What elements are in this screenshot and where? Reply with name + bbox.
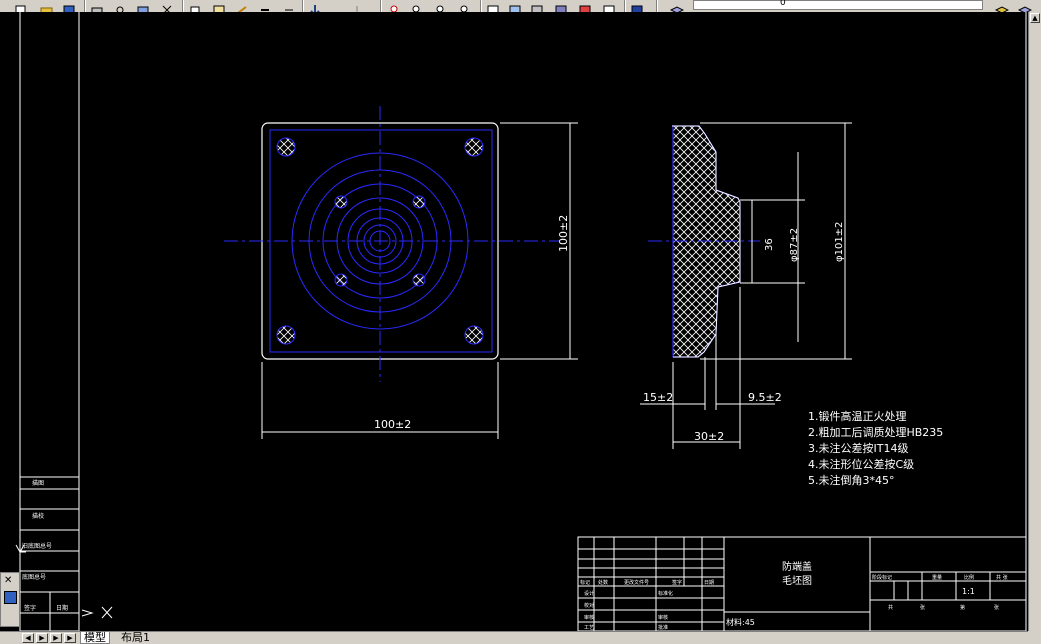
note-line: 3.未注公差按IT14级 bbox=[808, 441, 908, 455]
layer-state-icon[interactable] bbox=[994, 0, 1010, 12]
drawing-type: 毛坯图 bbox=[782, 575, 812, 587]
tb-standard: 标准化 bbox=[658, 590, 673, 597]
tb-right-sub: 张 bbox=[920, 604, 925, 611]
toolbar-separator bbox=[624, 0, 626, 12]
tb-right-header: 重量 bbox=[932, 574, 942, 581]
redo-icon[interactable] bbox=[282, 0, 296, 11]
part-name: 防端盖 bbox=[782, 560, 812, 573]
tb-left-label: 处数 bbox=[598, 579, 608, 586]
tool-palette[interactable]: ✕ bbox=[0, 572, 20, 627]
toolbar-separator bbox=[182, 0, 184, 12]
zoom-realtime-icon[interactable] bbox=[350, 0, 364, 12]
dim-side-87: φ87±2 bbox=[789, 228, 800, 262]
help-icon[interactable] bbox=[630, 0, 644, 12]
tb-check: 校对 bbox=[584, 602, 594, 609]
dim-side-30: 30±2 bbox=[694, 430, 724, 443]
tb-review: 审核 bbox=[584, 614, 594, 621]
side-view: 36 φ87±2 φ101±2 15±2 9.5±2 30±2 bbox=[640, 122, 852, 449]
open-icon[interactable] bbox=[40, 0, 54, 12]
toolbar-separator bbox=[656, 0, 658, 12]
toolbar-separator bbox=[84, 0, 86, 12]
scroll-up-button[interactable]: ▲ bbox=[1030, 13, 1040, 23]
save-icon[interactable] bbox=[62, 0, 76, 12]
publish-icon[interactable] bbox=[136, 0, 150, 12]
tb-left-label: 标记 bbox=[580, 579, 590, 586]
technical-notes: 1.锻件高温正火处理 2.粗加工后调质处理HB235 3.未注公差按IT14级 … bbox=[808, 409, 943, 487]
left-strip-label: 描图 bbox=[32, 479, 44, 487]
tb-right-header: 共 张 bbox=[996, 574, 1008, 581]
close-icon[interactable]: ✕ bbox=[4, 576, 12, 586]
front-view: 100±2 100±2 bbox=[224, 106, 578, 439]
scale-value: 1:1 bbox=[962, 587, 975, 596]
tb-left-label: 日期 bbox=[704, 580, 714, 586]
ucs-icon bbox=[15, 516, 113, 619]
zoom-extents-icon[interactable] bbox=[434, 0, 448, 12]
pan-icon[interactable] bbox=[308, 0, 322, 12]
matchprop-icon[interactable] bbox=[236, 0, 250, 12]
tab-first-button[interactable]: ◀ bbox=[22, 633, 34, 643]
note-line: 1.锻件高温正火处理 bbox=[808, 409, 907, 423]
preview-icon[interactable] bbox=[113, 0, 127, 12]
tb-right-sub: 张 bbox=[994, 604, 999, 611]
tab-next-button[interactable]: ▶ bbox=[50, 633, 62, 643]
toolbar-separator bbox=[380, 0, 382, 12]
vertical-scrollbar[interactable]: ▲ bbox=[1028, 12, 1041, 631]
tb-right-sub: 共 bbox=[888, 604, 893, 611]
undo-icon[interactable] bbox=[258, 0, 272, 11]
cut-icon[interactable] bbox=[160, 0, 174, 12]
tab-last-button[interactable]: ▶ bbox=[64, 633, 76, 643]
layer-value: 0 bbox=[780, 0, 786, 8]
tab-prev-button[interactable]: ▶ bbox=[36, 633, 48, 643]
left-strip-label: 旧底图总号 bbox=[22, 542, 52, 550]
zoom-previous-icon[interactable] bbox=[410, 0, 424, 12]
note-line: 5.未注倒角3*45° bbox=[808, 473, 895, 487]
tab-layout1[interactable]: 布局1 bbox=[118, 632, 153, 643]
tb-left-label: 更改文件号 bbox=[624, 579, 649, 586]
tb-designer: 设计 bbox=[584, 590, 594, 597]
tb-right-header: 阶段标记 bbox=[872, 574, 892, 581]
toolbar-separator bbox=[480, 0, 482, 12]
drawing-svg: 描图 描校 旧底图总号 底图总号 签字 日期 100±2 100±2 36 φ8… bbox=[15, 12, 1027, 631]
left-strip-label: 底图总号 bbox=[22, 573, 46, 581]
new-icon[interactable] bbox=[14, 0, 28, 12]
layer-icon[interactable] bbox=[669, 0, 685, 12]
properties-icon[interactable] bbox=[4, 591, 17, 604]
tab-model[interactable]: 模型 bbox=[80, 632, 110, 644]
dim-side-101: φ101±2 bbox=[834, 222, 845, 262]
zoom-all-icon[interactable] bbox=[458, 0, 472, 12]
properties-icon[interactable] bbox=[486, 0, 500, 12]
copy-icon[interactable] bbox=[188, 0, 202, 12]
left-strip-label: 日期 bbox=[56, 604, 68, 612]
dim-front-width: 100±2 bbox=[374, 418, 411, 431]
tb-right-sub: 第 bbox=[960, 604, 965, 611]
left-strip-label: 描校 bbox=[32, 512, 44, 520]
layer-dropdown[interactable]: 0 bbox=[693, 0, 983, 10]
layer-previous-icon[interactable] bbox=[1017, 0, 1033, 12]
note-line: 2.粗加工后调质处理HB235 bbox=[808, 426, 943, 439]
note-line: 4.未注形位公差按C级 bbox=[808, 457, 914, 471]
paste-icon[interactable] bbox=[212, 0, 226, 12]
tb-left-label: 签字 bbox=[672, 579, 682, 586]
drawing-frame bbox=[19, 12, 1027, 631]
dim-front-height: 100±2 bbox=[557, 215, 570, 252]
dim-side-36: 36 bbox=[764, 238, 775, 251]
toolbar-separator bbox=[302, 0, 304, 12]
tb-review: 审核 bbox=[658, 614, 668, 621]
markup-icon[interactable] bbox=[578, 0, 592, 12]
print-icon[interactable] bbox=[90, 0, 104, 12]
sheetset-icon[interactable] bbox=[554, 0, 568, 12]
calculator-icon[interactable] bbox=[602, 0, 616, 12]
toolpalette-icon[interactable] bbox=[530, 0, 544, 12]
dim-side-15: 15±2 bbox=[643, 391, 673, 404]
material-label: 材料:45 bbox=[726, 617, 755, 627]
layout-tabs-bar: ◀ ▶ ▶ ▶ 模型 布局1 bbox=[0, 631, 1028, 644]
drawing-canvas[interactable]: 描图 描校 旧底图总号 底图总号 签字 日期 100±2 100±2 36 φ8… bbox=[0, 12, 1028, 631]
designcenter-icon[interactable] bbox=[508, 0, 522, 12]
tb-right-header: 比例 bbox=[964, 574, 974, 581]
zoom-window-icon[interactable] bbox=[388, 0, 402, 12]
dim-side-95: 9.5±2 bbox=[748, 391, 782, 404]
tb-approve: 批准 bbox=[658, 624, 668, 631]
left-strip-label: 签字 bbox=[24, 604, 36, 612]
